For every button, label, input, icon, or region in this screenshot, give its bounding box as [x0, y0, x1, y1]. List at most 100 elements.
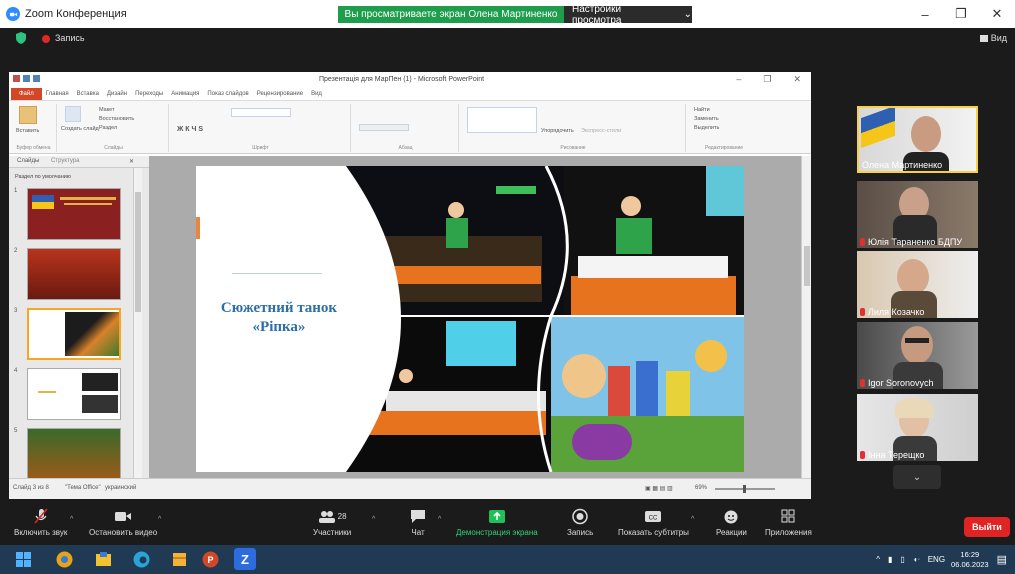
caret-up-icon[interactable]: ^ [438, 516, 441, 523]
video-label: Остановить видео [89, 528, 158, 537]
clock-time: 16:29 [960, 549, 980, 559]
volume-icon[interactable]: ◖ᐧ [913, 555, 920, 564]
quick-styles-label[interactable]: Экспресс-стили [581, 128, 621, 134]
view-options-dropdown[interactable]: Настройки просмотра ⌄ [564, 4, 692, 26]
zoom-taskbar-icon[interactable]: Z [234, 548, 256, 570]
tray-up-icon[interactable]: ^ [876, 555, 880, 564]
minimize-icon[interactable]: – [907, 0, 943, 28]
close-pane-icon[interactable]: ✕ [129, 158, 134, 165]
battery-icon[interactable]: ▯ [900, 555, 904, 564]
tab-home[interactable]: Главная [42, 91, 73, 97]
shield-icon[interactable] [16, 32, 26, 44]
view-buttons[interactable]: ▣ ▦ ▤ ▥ [645, 485, 673, 492]
new-slide-label[interactable]: Создать слайд [61, 126, 99, 132]
captions-button[interactable]: CC Показать субтитры [618, 508, 689, 537]
notifications-icon[interactable]: ▤ [997, 553, 1007, 566]
section-title: Раздел по умолчанию [15, 174, 71, 180]
chevron-down-icon: ⌄ [912, 471, 922, 483]
participant-tile[interactable]: Інна Терещко [857, 394, 978, 461]
participants-label: Участники [313, 528, 352, 537]
tab-review[interactable]: Рецензирование [253, 91, 307, 97]
chrome-icon[interactable] [55, 550, 74, 569]
record-icon [572, 508, 588, 525]
ribbon-group-drawing: Упорядочить Экспресс-стили Рисование [461, 104, 686, 152]
file-explorer-icon[interactable] [94, 550, 113, 569]
participant-tile[interactable]: Igor Soronovych [857, 322, 978, 389]
powerpoint-icon[interactable]: P [201, 550, 220, 569]
video-button[interactable]: Остановить видео [89, 508, 157, 537]
ppt-restore-icon[interactable]: ❐ [763, 74, 771, 85]
select-label[interactable]: Выделить [694, 125, 719, 131]
view-button[interactable]: Вид [979, 33, 1007, 43]
tab-transitions[interactable]: Переходы [131, 91, 167, 97]
recording-label[interactable]: Запись [55, 33, 85, 43]
participant-tile[interactable]: Олена Мартиненко [857, 106, 978, 173]
align-buttons[interactable] [359, 124, 409, 131]
find-label[interactable]: Найти [694, 107, 710, 113]
font-name-field[interactable] [231, 108, 291, 117]
arrange-label[interactable]: Упорядочить [541, 128, 574, 134]
apps-button[interactable]: Приложения [765, 508, 812, 537]
new-slide-icon[interactable] [65, 106, 81, 122]
chat-button[interactable]: Чат [408, 508, 428, 537]
edge-icon[interactable] [132, 550, 151, 569]
participant-name: Igor Soronovych [868, 378, 934, 388]
participants-button[interactable]: 28 Участники [313, 508, 351, 537]
language-status[interactable]: украинский [105, 485, 136, 491]
tab-insert[interactable]: Вставка [73, 91, 103, 97]
tab-slides[interactable]: Слайды [17, 158, 39, 164]
thumb-number: 2 [14, 248, 18, 254]
group-label: Абзац [398, 145, 413, 151]
tab-slideshow[interactable]: Показ слайдов [203, 91, 252, 97]
tab-view[interactable]: Вид [307, 91, 326, 97]
quick-access-toolbar[interactable] [13, 75, 53, 84]
slide-thumbnail[interactable] [27, 248, 121, 300]
zoom-percent[interactable]: 69% [695, 485, 707, 491]
slide-thumbnail[interactable] [27, 368, 121, 420]
more-participants-button[interactable]: ⌄ [893, 465, 941, 489]
tab-outline[interactable]: Структура [51, 158, 79, 164]
caret-up-icon[interactable]: ^ [70, 516, 73, 523]
tab-file[interactable]: Файл [11, 88, 42, 100]
participant-tile[interactable]: Лиля Козачко [857, 251, 978, 318]
zoom-slider[interactable] [715, 485, 775, 493]
slide-thumbnail[interactable] [27, 428, 121, 478]
layout-label[interactable]: Макет [99, 107, 115, 113]
unmute-button[interactable]: Включить звук [14, 508, 67, 537]
tab-design[interactable]: Дизайн [103, 91, 131, 97]
files-icon[interactable] [170, 550, 189, 569]
chat-icon [411, 510, 425, 523]
shapes-gallery[interactable] [467, 107, 537, 133]
replace-label[interactable]: Заменить [694, 116, 719, 122]
restore-label[interactable]: Восстановить [99, 116, 134, 122]
thumbnails-scrollbar[interactable] [133, 168, 142, 478]
clock[interactable]: 16:29 06.06.2023 [951, 550, 989, 570]
caret-up-icon[interactable]: ^ [372, 516, 375, 523]
reactions-label: Реакции [716, 528, 747, 537]
windows-start-icon[interactable] [14, 550, 33, 569]
close-icon[interactable]: ✕ [979, 0, 1015, 28]
slide-thumbnail-selected[interactable] [27, 308, 121, 360]
tab-animation[interactable]: Анимация [167, 91, 203, 97]
ppt-close-icon[interactable]: ✕ [793, 74, 801, 85]
participant-tile[interactable]: Юлія Тараненко БДПУ [857, 181, 978, 248]
leave-button[interactable]: Выйти [964, 517, 1010, 537]
ppt-minimize-icon[interactable]: – [736, 74, 741, 85]
maximize-icon[interactable]: ❐ [943, 0, 979, 28]
record-button[interactable]: Запись [567, 508, 593, 537]
paste-label[interactable]: Вставить [16, 128, 39, 134]
editor-scrollbar[interactable] [801, 156, 811, 478]
chevron-down-icon: ⌄ [683, 9, 692, 20]
caret-up-icon[interactable]: ^ [158, 516, 161, 523]
reactions-button[interactable]: Реакции [716, 508, 747, 537]
language-indicator[interactable]: ENG [928, 555, 945, 564]
network-icon[interactable]: ▮ [888, 555, 892, 564]
caret-up-icon[interactable]: ^ [691, 516, 694, 523]
ppt-doc-title: Презентація для МарПен (1) - Microsoft P… [319, 76, 485, 83]
window-title: Zoom Конференция [25, 8, 127, 20]
paste-icon[interactable] [19, 106, 37, 124]
slide-thumbnail[interactable] [27, 188, 121, 240]
share-screen-button[interactable]: Демонстрация экрана [456, 508, 538, 537]
font-format-buttons[interactable]: Ж К Ч S [177, 126, 203, 133]
section-label[interactable]: Раздел [99, 125, 117, 131]
